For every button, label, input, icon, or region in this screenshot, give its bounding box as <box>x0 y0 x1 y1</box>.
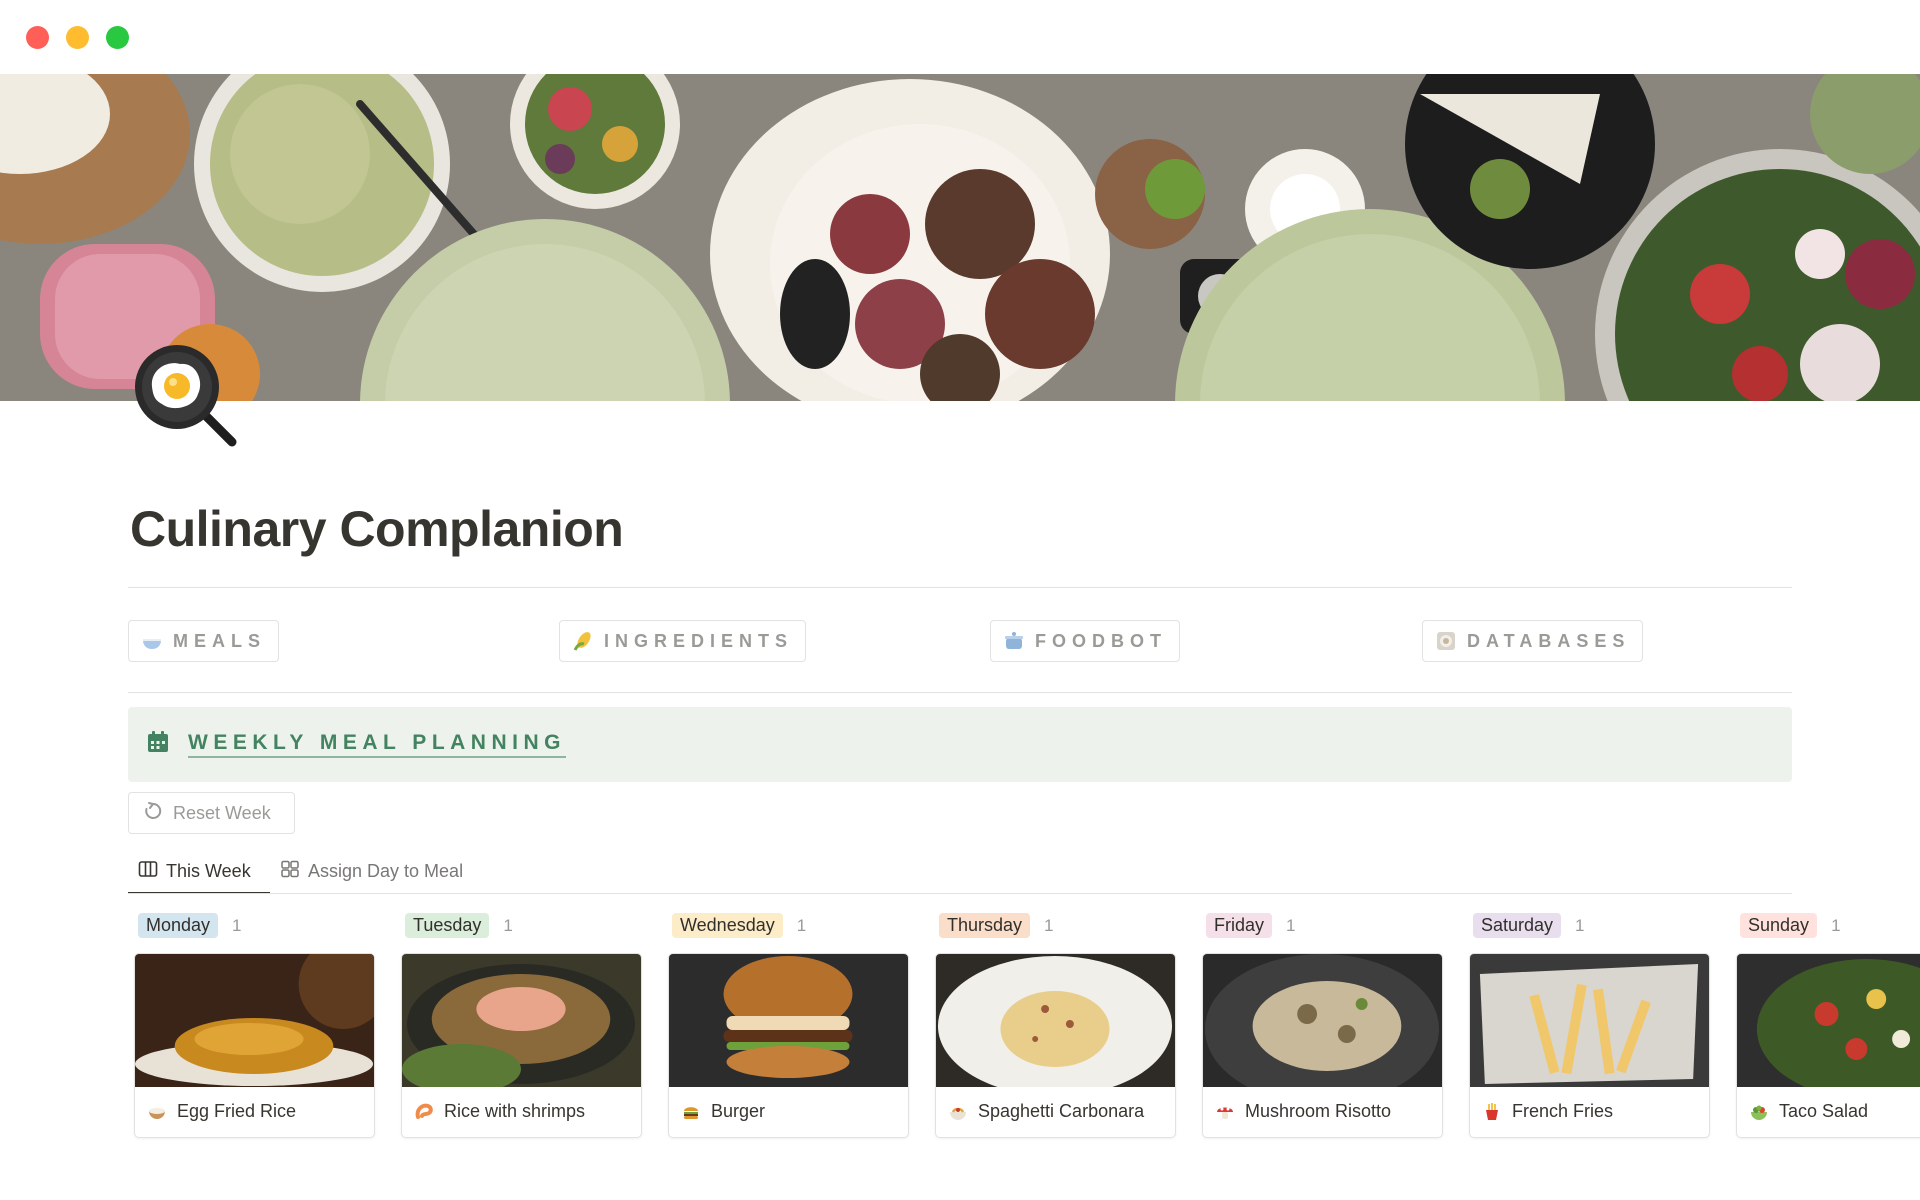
column-header-saturday: Saturday 1 <box>1473 913 1585 938</box>
meal-name: Taco Salad <box>1779 1101 1869 1121</box>
meal-name: Rice with shrimps <box>444 1101 586 1121</box>
nav-ingredients-button[interactable]: INGREDIENTS <box>559 620 807 662</box>
meal-name: French Fries <box>1512 1101 1614 1121</box>
burger-icon <box>681 1102 701 1122</box>
nav-label: INGREDIENTS <box>604 630 794 651</box>
mushroom-icon <box>1215 1102 1235 1122</box>
tabs-divider <box>128 893 1792 894</box>
nav-databases-button[interactable]: DATABASES <box>1422 620 1644 662</box>
weekly-meal-planning-link[interactable]: WEEKLY MEAL PLANNING <box>188 731 566 758</box>
meal-card[interactable]: French Fries <box>1469 953 1710 1138</box>
meal-card[interactable]: Egg Fried Rice <box>134 953 375 1138</box>
meal-name: Mushroom Risotto <box>1245 1101 1392 1121</box>
day-pill: Tuesday <box>405 913 490 938</box>
meal-thumbnail <box>936 954 1175 1087</box>
meal-card[interactable]: Rice with shrimps <box>401 953 642 1138</box>
meal-thumbnail <box>402 954 641 1087</box>
column-count: 1 <box>503 915 513 935</box>
corn-icon <box>572 630 594 652</box>
day-pill: Saturday <box>1473 913 1562 938</box>
nav-label: MEALS <box>173 630 266 651</box>
meal-card[interactable]: Taco Salad <box>1736 953 1920 1138</box>
meal-card[interactable]: Burger <box>668 953 909 1138</box>
column-count: 1 <box>1575 915 1585 935</box>
salad-icon <box>1749 1102 1769 1122</box>
pot-icon <box>1003 630 1025 652</box>
column-count: 1 <box>1286 915 1296 935</box>
meal-thumbnail <box>669 954 908 1087</box>
spaghetti-icon <box>948 1102 968 1122</box>
column-count: 1 <box>796 915 807 935</box>
reset-icon <box>143 801 163 826</box>
meal-name: Burger <box>711 1101 766 1121</box>
day-pill: Thursday <box>939 913 1031 938</box>
day-pill: Friday <box>1206 913 1273 938</box>
meal-thumbnail <box>1203 954 1442 1087</box>
minimize-window-button[interactable] <box>66 26 89 49</box>
column-header-friday: Friday 1 <box>1206 913 1295 938</box>
page-title: Culinary Complanion <box>130 501 624 557</box>
title-divider <box>128 587 1792 588</box>
nav-divider <box>128 692 1792 693</box>
meal-thumbnail <box>1470 954 1709 1087</box>
calendar-icon <box>146 730 170 759</box>
weekly-meal-planning-callout: WEEKLY MEAL PLANNING <box>128 707 1792 782</box>
tab-label: Assign Day to Meal <box>308 860 464 881</box>
column-count: 1 <box>1831 915 1841 935</box>
board-icon <box>138 859 158 884</box>
shrimp-icon <box>414 1102 434 1122</box>
view-tabs: This Week Assign Day to Meal <box>128 848 1792 894</box>
tab-label: This Week <box>166 860 251 881</box>
tab-assign-day-to-meal[interactable]: Assign Day to Meal <box>280 848 463 894</box>
cookbook-icon <box>1435 630 1457 652</box>
meal-thumbnail <box>1737 954 1920 1087</box>
column-header-wednesday: Wednesday 1 <box>672 913 806 938</box>
day-pill: Wednesday <box>672 913 783 938</box>
reset-week-button[interactable]: Reset Week <box>128 792 295 834</box>
nav-foodbot-button[interactable]: FOODBOT <box>990 620 1180 662</box>
rice-bowl-icon <box>147 1102 167 1122</box>
day-pill: Sunday <box>1740 913 1818 938</box>
nav-label: FOODBOT <box>1035 630 1167 651</box>
meal-card[interactable]: Spaghetti Carbonara <box>935 953 1176 1138</box>
close-window-button[interactable] <box>26 26 49 49</box>
cover-image <box>0 74 1920 401</box>
maximize-window-button[interactable] <box>106 26 129 49</box>
day-pill: Monday <box>138 913 219 938</box>
column-header-tuesday: Tuesday 1 <box>405 913 513 938</box>
fried-egg-pan-icon[interactable] <box>132 342 242 452</box>
tab-this-week[interactable]: This Week <box>138 848 251 894</box>
column-header-thursday: Thursday 1 <box>939 913 1054 938</box>
gallery-icon <box>280 859 300 884</box>
nav-meals-button[interactable]: MEALS <box>128 620 279 662</box>
window-titlebar <box>0 0 1920 74</box>
meal-name: Egg Fried Rice <box>177 1101 297 1121</box>
meal-name: Spaghetti Carbonara <box>978 1101 1145 1121</box>
column-count: 1 <box>232 915 242 935</box>
meal-thumbnail <box>135 954 374 1087</box>
column-count: 1 <box>1044 915 1054 935</box>
column-header-sunday: Sunday 1 <box>1740 913 1841 938</box>
meal-card[interactable]: Mushroom Risotto <box>1202 953 1443 1138</box>
reset-week-label: Reset Week <box>173 802 271 823</box>
column-header-monday: Monday 1 <box>138 913 242 938</box>
bowl-icon <box>141 630 163 652</box>
fries-icon <box>1482 1102 1502 1122</box>
nav-label: DATABASES <box>1467 630 1631 651</box>
